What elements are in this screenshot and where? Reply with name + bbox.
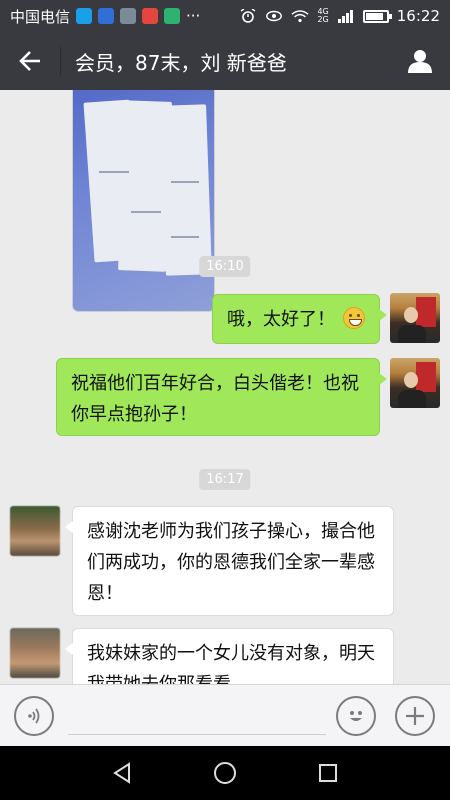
more-notifications-icon: ··· — [186, 7, 201, 25]
app-icon — [164, 8, 181, 24]
wifi-icon — [291, 10, 310, 23]
avatar[interactable] — [10, 506, 60, 556]
gallery-icon — [120, 8, 137, 24]
nav-home-button[interactable] — [205, 753, 245, 793]
photo-text-line — [131, 211, 161, 213]
person-icon — [408, 50, 432, 73]
chat-info-button[interactable] — [390, 32, 450, 90]
avatar[interactable] — [10, 628, 60, 678]
system-nav-bar — [0, 746, 450, 800]
voice-button[interactable] — [14, 696, 54, 736]
more-button[interactable] — [395, 696, 435, 736]
back-arrow-icon — [19, 51, 40, 71]
nav-recents-button[interactable] — [308, 753, 348, 793]
message-bubble-sent[interactable]: 祝福他们百年好合，白头偕老！也祝你早点抱孙子！ — [56, 358, 387, 436]
back-button[interactable] — [0, 32, 60, 90]
message-bubble-sent[interactable]: 哦，太好了！ — [212, 294, 387, 344]
nav-back-button[interactable] — [102, 753, 142, 793]
timestamp: 16:10 — [199, 256, 251, 277]
signal-icon — [337, 10, 353, 23]
qq-icon — [76, 8, 93, 24]
circle-home-icon — [213, 762, 236, 784]
message-list[interactable]: 16:10 哦，太好了！ 祝福他们百年好合，白头偕老！也祝你早点抱孙子！ 16:… — [0, 90, 450, 684]
timestamp: 16:17 — [199, 469, 251, 490]
message-text: 祝福他们百年好合，白头偕老！也祝你早点抱孙子！ — [71, 373, 359, 425]
alarm-icon — [241, 9, 256, 23]
photo-text-line — [99, 171, 129, 173]
message-text: 感谢沈老师为我们孩子操心，撮合他们两成功，你的恩德我们全家一辈感恩！ — [87, 521, 375, 604]
status-bar: 中国电信 ··· 4G 2G 16:22 — [0, 0, 450, 32]
carrier-label: 中国电信 — [10, 7, 71, 26]
avatar[interactable] — [390, 358, 440, 408]
plus-icon — [406, 707, 424, 725]
header-divider — [60, 47, 61, 75]
image-message[interactable] — [72, 90, 215, 312]
chat-title: 会员，87末，刘 新爸爸 — [75, 50, 287, 75]
input-bar — [0, 684, 450, 746]
triangle-back-icon — [112, 762, 130, 784]
square-recents-icon — [319, 764, 338, 782]
voice-icon — [28, 708, 40, 724]
baidu-icon — [98, 8, 115, 24]
photo-text-line — [171, 181, 199, 183]
network-type: 4G 2G — [317, 7, 329, 24]
message-text: 哦，太好了！ — [227, 309, 335, 330]
emoji-icon — [350, 711, 362, 721]
photo-document — [160, 104, 212, 276]
avatar[interactable] — [390, 293, 440, 343]
grin-emoji-icon — [343, 307, 365, 329]
clock: 16:22 — [396, 7, 440, 25]
photo-text-line — [171, 236, 199, 238]
message-text: 我妹妹家的一个女儿没有对象，明天我带她去你那看看 — [87, 643, 375, 684]
message-input[interactable] — [68, 699, 326, 735]
weibo-icon — [142, 8, 159, 24]
message-bubble-received[interactable]: 感谢沈老师为我们孩子操心，撮合他们两成功，你的恩德我们全家一辈感恩！ — [65, 506, 394, 616]
battery-icon — [362, 9, 392, 23]
emoji-button[interactable] — [336, 696, 376, 736]
chat-header: 会员，87末，刘 新爸爸 — [0, 32, 450, 90]
message-bubble-received[interactable]: 我妹妹家的一个女儿没有对象，明天我带她去你那看看 — [65, 628, 394, 684]
eye-icon — [266, 10, 283, 22]
